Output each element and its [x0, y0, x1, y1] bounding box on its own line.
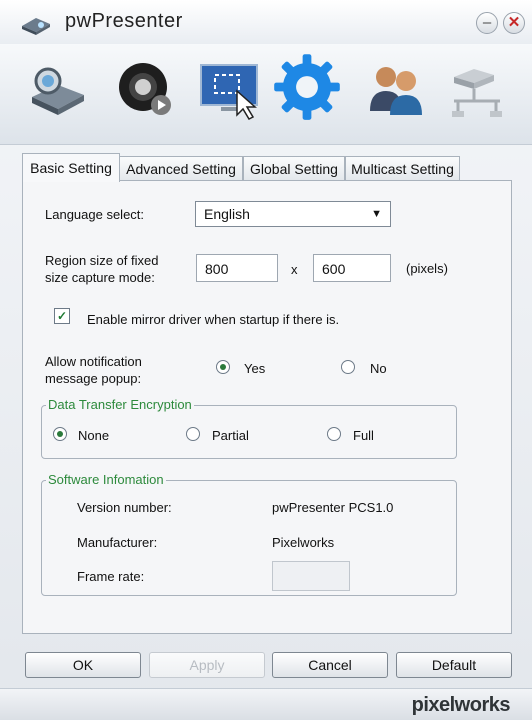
title-bar: pwPresenter – ✕	[0, 0, 532, 44]
encryption-partial-label: Partial	[212, 428, 249, 443]
notification-no-radio[interactable]	[341, 360, 355, 374]
pixelworks-logo: pixelworks	[411, 694, 511, 716]
version-value: pwPresenter PCS1.0	[272, 500, 394, 515]
software-info-legend: Software Infomation	[46, 472, 166, 488]
notification-no-label: No	[370, 361, 387, 376]
projector-icon[interactable]	[26, 57, 90, 121]
language-label: Language select:	[45, 207, 145, 222]
default-button[interactable]: Default	[396, 652, 512, 678]
screen-capture-icon[interactable]	[197, 57, 261, 121]
minimize-button[interactable]: –	[476, 12, 498, 34]
cancel-button[interactable]: Cancel	[272, 652, 388, 678]
mirror-driver-label: Enable mirror driver when startup if the…	[87, 312, 340, 327]
status-bar: pixelworks	[0, 688, 532, 720]
notification-label-line1: Allow notification	[45, 354, 142, 369]
notification-yes-label: Yes	[244, 361, 266, 376]
mirror-driver-checkbox[interactable]: ✓	[54, 308, 70, 324]
tab-advanced-setting[interactable]: Advanced Setting	[119, 156, 243, 181]
chevron-down-icon: ▼	[371, 208, 382, 220]
framerate-value	[272, 561, 350, 591]
encryption-none-radio[interactable]	[53, 427, 67, 441]
region-height-input[interactable]: 600	[313, 254, 391, 282]
app-projector-icon	[22, 18, 50, 35]
encryption-full-radio[interactable]	[327, 427, 341, 441]
manufacturer-value: Pixelworks	[272, 535, 335, 550]
region-size-label-line1: Region size of fixed	[45, 253, 159, 268]
encryption-full-label: Full	[353, 428, 374, 443]
settings-gear-icon[interactable]	[272, 52, 342, 122]
times-sign: x	[291, 262, 298, 277]
tab-basic-setting[interactable]: Basic Setting	[22, 153, 120, 182]
tab-global-setting[interactable]: Global Setting	[243, 156, 345, 181]
notification-label-line2: message popup:	[45, 371, 142, 386]
language-select[interactable]: English ▼	[195, 201, 391, 227]
language-value: English	[204, 206, 250, 222]
manufacturer-label: Manufacturer:	[77, 535, 158, 550]
window-title: pwPresenter	[65, 10, 183, 32]
pixels-unit-label: (pixels)	[406, 261, 448, 276]
notification-yes-radio[interactable]	[216, 360, 230, 374]
framerate-label: Frame rate:	[77, 569, 145, 584]
pwpresenter-window: pwPresenter – ✕ Basic Setting Advanced S…	[0, 0, 532, 720]
version-label: Version number:	[77, 500, 172, 515]
toolbar	[0, 44, 532, 145]
tab-multicast-setting[interactable]: Multicast Setting	[345, 156, 460, 181]
encryption-legend: Data Transfer Encryption	[46, 397, 194, 413]
region-width-input[interactable]: 800	[196, 254, 278, 282]
users-icon[interactable]	[364, 57, 428, 121]
apply-button[interactable]: Apply	[149, 652, 265, 678]
close-button[interactable]: ✕	[503, 12, 525, 34]
ok-button[interactable]: OK	[25, 652, 141, 678]
encryption-partial-radio[interactable]	[186, 427, 200, 441]
region-size-label-line2: size capture mode:	[45, 270, 155, 285]
camera-icon[interactable]	[113, 57, 177, 121]
encryption-none-label: None	[78, 428, 110, 443]
network-icon[interactable]	[444, 57, 508, 121]
